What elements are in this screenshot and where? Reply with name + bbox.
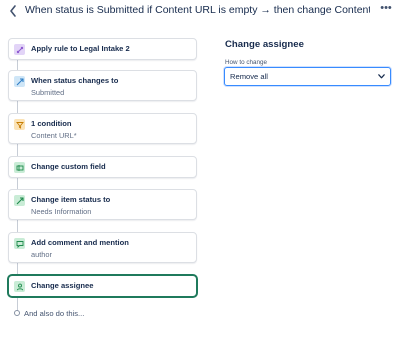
step-subtitle: Submitted: [31, 88, 65, 97]
how-to-change-select[interactable]: Remove all: [224, 67, 391, 86]
panel-title: Change assignee: [225, 39, 304, 50]
step-trigger[interactable]: When status changes to Submitted: [8, 70, 197, 101]
select-value: Remove all: [230, 72, 268, 81]
add-action-label: And also do this...: [24, 308, 85, 318]
trigger-arrow-icon: [14, 76, 25, 87]
header-bar: When status is Submitted if Content URL …: [0, 0, 399, 22]
step-condition[interactable]: 1 condition Content URL*: [8, 113, 197, 144]
step-title: Change assignee: [31, 281, 94, 290]
step-subtitle: Needs Information: [31, 207, 92, 216]
step-apply-rule[interactable]: Apply rule to Legal Intake 2: [8, 38, 197, 60]
more-options-icon[interactable]: •••: [379, 1, 393, 17]
chevron-down-icon: [378, 74, 385, 79]
step-change-assignee[interactable]: Change assignee: [8, 275, 197, 297]
step-change-status[interactable]: Change item status to Needs Information: [8, 189, 197, 220]
how-to-change-label: How to change: [225, 59, 268, 66]
step-title: Change custom field: [31, 162, 106, 171]
custom-field-icon: [14, 162, 25, 173]
step-add-comment[interactable]: Add comment and mention author: [8, 232, 197, 263]
step-title: Change item status to: [31, 195, 111, 204]
add-action-link[interactable]: And also do this...: [14, 308, 84, 318]
rule-title: When status is Submitted if Content URL …: [25, 4, 370, 16]
step-subtitle: Content URL*: [31, 131, 77, 140]
step-title: Add comment and mention: [31, 238, 129, 247]
share-branch-icon: [14, 44, 25, 55]
comment-icon: [14, 238, 25, 249]
person-icon: [14, 281, 25, 292]
add-circle-icon: [14, 310, 20, 316]
status-arrow-icon: [14, 195, 25, 206]
back-arrow-icon[interactable]: [8, 4, 18, 18]
step-title: 1 condition: [31, 119, 72, 128]
filter-icon: [14, 119, 25, 130]
step-subtitle: author: [31, 250, 52, 259]
step-title: Apply rule to Legal Intake 2: [31, 44, 130, 53]
step-title: When status changes to: [31, 76, 119, 85]
step-change-custom-field[interactable]: Change custom field: [8, 156, 197, 178]
